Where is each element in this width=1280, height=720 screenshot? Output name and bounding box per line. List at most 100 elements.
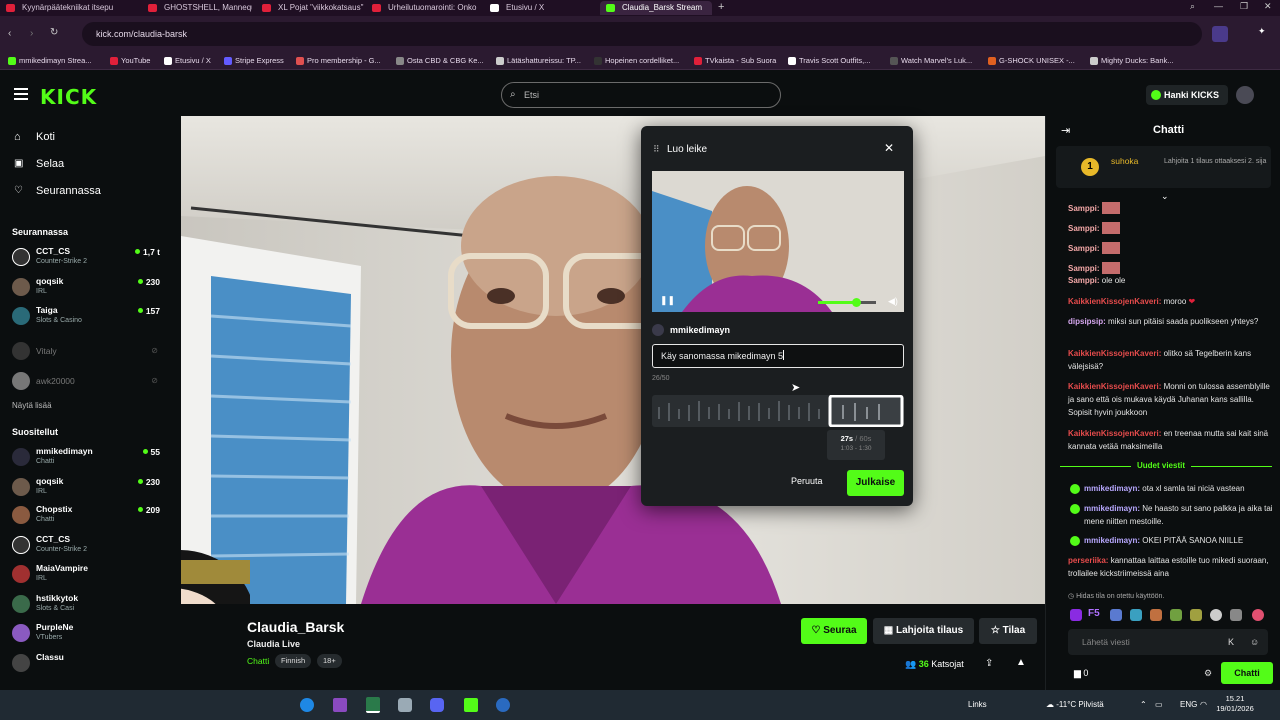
close-icon[interactable]: ✕	[884, 141, 894, 155]
clip-preview[interactable]: ❚❚ ◀)	[652, 171, 904, 312]
stream-category[interactable]: Chatti	[247, 656, 269, 666]
sidebar-channel[interactable]: mmikedimayn Chatti 55	[10, 446, 170, 470]
emote[interactable]	[1230, 609, 1242, 621]
bookmark[interactable]: Stripe Express	[224, 55, 284, 67]
sidebar-channel[interactable]: qoqsik IRL 230	[10, 476, 170, 500]
app-icon[interactable]	[366, 697, 380, 713]
cancel-button[interactable]: Peruuta	[791, 476, 823, 486]
tag-finnish[interactable]: Finnish	[275, 654, 312, 668]
sidebar-channel[interactable]: hstikkytok Slots & Casi	[10, 593, 170, 617]
bookmark[interactable]: YouTube	[110, 55, 150, 67]
kick-logo[interactable]: KICK	[40, 85, 97, 109]
emote[interactable]	[1170, 609, 1182, 621]
extension-icon[interactable]	[1212, 26, 1228, 42]
browser-tab[interactable]: GHOSTSHELL, Mannequin	[142, 1, 252, 15]
emote[interactable]	[1150, 609, 1162, 621]
sidebar-channel[interactable]: CCT_CS Counter-Strike 2	[10, 534, 170, 558]
maximize-icon[interactable]: ❐	[1240, 1, 1248, 12]
subscribe-button[interactable]: ☆ Tilaa	[979, 618, 1037, 644]
share-icon[interactable]: ⇪	[985, 658, 993, 669]
collapse-chat-icon[interactable]: ⇥	[1061, 124, 1070, 137]
minimize-icon[interactable]: —	[1214, 1, 1223, 11]
browser-tab[interactable]: Urheilutuomarointi: Onko	[366, 1, 480, 15]
expand-icon[interactable]: ⌄	[1161, 191, 1169, 202]
bookmark[interactable]: Lätäshattureissu: TP...	[496, 55, 581, 67]
get-kicks-button[interactable]: Hanki KICKS	[1146, 85, 1228, 105]
show-more-link[interactable]: Näytä lisää	[12, 401, 52, 410]
links-toolbar[interactable]: Links	[968, 700, 987, 709]
browser-tab-active[interactable]: Claudia_Barsk Stream	[600, 1, 712, 15]
app-icon[interactable]	[398, 698, 412, 712]
browser-tab[interactable]: Kyynärpäätekniikat itsepu	[0, 1, 132, 15]
clock[interactable]: 15.21 19/01/2026	[1215, 694, 1255, 714]
bookmark[interactable]: TVkaista - Sub Suora	[694, 55, 776, 67]
new-tab-icon[interactable]: +	[718, 1, 724, 13]
follow-button[interactable]: ♡ Seuraa	[801, 618, 867, 644]
bookmark[interactable]: Hopeinen cordelliket...	[594, 55, 679, 67]
user-avatar[interactable]	[1236, 86, 1254, 104]
sidebar-channel[interactable]: qoqsik IRL 230	[10, 276, 170, 300]
emote[interactable]	[1110, 609, 1122, 621]
sidebar-channel[interactable]: Vitaly ⊘	[10, 340, 170, 364]
sidebar-channel[interactable]: MaiaVampire IRL	[10, 563, 170, 587]
sidebar-channel[interactable]: Taiga Slots & Casino 157	[10, 305, 170, 329]
ai-icon[interactable]: ✦	[1258, 26, 1266, 37]
volume-slider[interactable]	[818, 298, 876, 307]
emote[interactable]: F5	[1088, 608, 1100, 619]
edge-icon[interactable]	[300, 698, 314, 712]
emote[interactable]	[1190, 609, 1202, 621]
chat-input[interactable]: Lähetä viesti K ☺	[1068, 629, 1268, 655]
bookmark[interactable]: Osta CBD & CBG Ke...	[396, 55, 484, 67]
emote-bar[interactable]: F5	[1070, 606, 1270, 624]
nav-home[interactable]: ⌂ Koti	[14, 130, 55, 144]
bookmark[interactable]: G-SHOCK UNISEX -...	[988, 55, 1075, 67]
bookmark[interactable]: Travis Scott Outfits,...	[788, 55, 870, 67]
bookmark[interactable]: mmikedimayn Strea...	[8, 55, 92, 67]
browser-tab[interactable]: Etusivu / X	[484, 1, 594, 15]
network-icon[interactable]: ▭	[1155, 700, 1163, 709]
emoji-icon[interactable]: ☺	[1250, 629, 1259, 655]
emote[interactable]	[1070, 609, 1082, 621]
bookmark[interactable]: Pro membership - G...	[296, 55, 381, 67]
search-tabs-icon[interactable]: ⌕	[1190, 1, 1195, 12]
steam-icon[interactable]	[496, 698, 510, 712]
emote[interactable]	[1210, 609, 1222, 621]
menu-icon[interactable]	[14, 88, 28, 100]
channel-name[interactable]: Claudia_Barsk	[247, 619, 344, 635]
wifi-icon[interactable]: ◠	[1200, 700, 1207, 709]
publish-button[interactable]: Julkaise	[847, 470, 904, 496]
clip-title-input[interactable]: Käy sanomassa mikedimayn 5	[652, 344, 904, 368]
reload-icon[interactable]: ↻	[50, 27, 58, 38]
weather-widget[interactable]: ☁ -11°C Pilvistä	[1046, 700, 1104, 709]
sidebar-channel[interactable]: Chopstix Chatti 209	[10, 504, 170, 528]
url-input[interactable]: kick.com/claudia-barsk	[82, 22, 1202, 46]
video-player[interactable]	[181, 116, 1045, 604]
drag-handle-icon[interactable]: ⠿	[653, 144, 660, 155]
close-window-icon[interactable]: ✕	[1264, 1, 1272, 12]
discord-icon[interactable]	[430, 698, 444, 712]
pause-icon[interactable]: ❚❚	[660, 295, 675, 306]
bookmark[interactable]: Mighty Ducks: Bank...	[1090, 55, 1174, 67]
send-chat-button[interactable]: Chatti	[1221, 662, 1273, 684]
sidebar-channel[interactable]: awk20000 ⊘	[10, 370, 170, 394]
clip-timeline[interactable]	[652, 395, 904, 427]
gift-sub-button[interactable]: ▦ Lahjoita tilaus	[873, 618, 974, 644]
back-icon[interactable]: ‹	[8, 28, 11, 39]
forward-icon[interactable]: ›	[30, 28, 33, 39]
emote[interactable]	[1252, 609, 1264, 621]
language-indicator[interactable]: ENG	[1180, 700, 1197, 709]
kick-icon[interactable]	[464, 698, 478, 712]
volume-icon[interactable]: ◀)	[888, 296, 898, 307]
settings-icon[interactable]: ⚙	[1204, 668, 1212, 679]
tag-18plus[interactable]: 18+	[317, 654, 342, 668]
nav-browse[interactable]: ▣ Selaa	[14, 157, 64, 171]
nav-following[interactable]: ♡ Seurannassa	[14, 184, 101, 198]
browser-tab[interactable]: XL Pojat "viikkokatsaus"	[256, 1, 364, 15]
report-icon[interactable]: ▲	[1016, 657, 1026, 668]
sidebar-channel[interactable]: Classu	[10, 652, 170, 676]
bookmark[interactable]: Watch Marvel's Luk...	[890, 55, 972, 67]
app-icon[interactable]	[333, 698, 347, 712]
kick-emote-icon[interactable]: K	[1228, 629, 1234, 655]
volume-knob[interactable]	[851, 298, 861, 307]
emote[interactable]	[1130, 609, 1142, 621]
